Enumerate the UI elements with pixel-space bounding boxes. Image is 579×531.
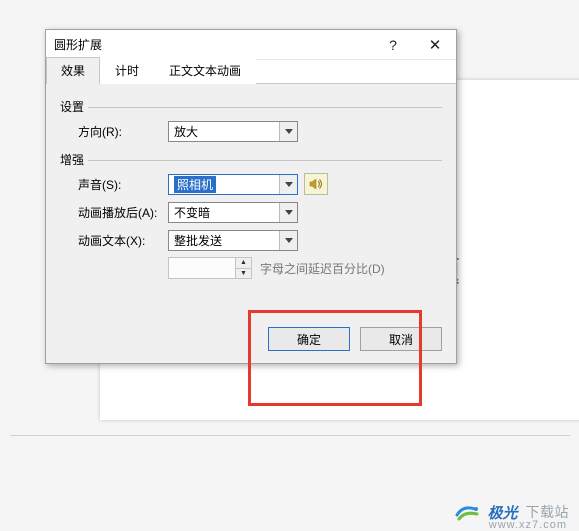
spinner-buttons: ▲ ▼	[235, 258, 251, 278]
field-percent-delay: ▲ ▼ 字母之间延迟百分比(D)	[78, 254, 442, 282]
ok-button[interactable]: 确定	[268, 327, 350, 351]
chevron-down-icon	[279, 122, 297, 141]
speaker-icon	[309, 178, 323, 190]
dialog-titlebar: 圆形扩展 ? ✕	[46, 30, 456, 60]
direction-value: 放大	[174, 123, 198, 140]
help-button[interactable]: ?	[372, 30, 414, 59]
sound-select[interactable]: 照相机	[168, 174, 298, 195]
dialog-body: 设置 方向(R): 放大 增强 声音(S): 照相机	[46, 84, 456, 292]
field-anim-text: 动画文本(X): 整批发送	[78, 226, 442, 254]
effect-options-dialog: 圆形扩展 ? ✕ 效果 计时 正文文本动画 设置 方向(R): 放大 增强 声	[45, 29, 457, 364]
dialog-title: 圆形扩展	[54, 36, 372, 53]
spinner-up-icon[interactable]: ▲	[235, 258, 251, 269]
direction-select[interactable]: 放大	[168, 121, 298, 142]
chevron-down-icon	[279, 203, 297, 222]
chevron-down-icon	[279, 231, 297, 250]
anim-text-value: 整批发送	[174, 232, 222, 249]
anim-text-select[interactable]: 整批发送	[168, 230, 298, 251]
after-anim-value: 不变暗	[174, 204, 210, 221]
field-after-animation: 动画播放后(A): 不变暗	[78, 198, 442, 226]
percent-input[interactable]	[169, 258, 235, 278]
anim-text-label: 动画文本(X):	[78, 232, 168, 249]
field-direction: 方向(R): 放大	[78, 117, 442, 145]
divider	[10, 435, 570, 436]
after-anim-select[interactable]: 不变暗	[168, 202, 298, 223]
group-divider	[88, 160, 442, 161]
group-settings-label: 设置	[60, 98, 442, 115]
after-anim-label: 动画播放后(A):	[78, 204, 168, 221]
tab-text-animation[interactable]: 正文文本动画	[154, 57, 256, 84]
sound-value: 照相机	[174, 176, 216, 193]
close-button[interactable]: ✕	[414, 30, 456, 59]
tab-timing[interactable]: 计时	[100, 57, 154, 84]
sound-label: 声音(S):	[78, 176, 168, 193]
group-divider	[88, 107, 442, 108]
percent-spinner[interactable]: ▲ ▼	[168, 257, 252, 279]
group-enhance-text: 增强	[60, 151, 84, 168]
field-sound: 声音(S): 照相机	[78, 170, 442, 198]
cancel-button[interactable]: 取消	[360, 327, 442, 351]
dialog-buttons: 确定 取消	[268, 327, 442, 351]
direction-label: 方向(R):	[78, 123, 168, 140]
tabstrip: 效果 计时 正文文本动画	[46, 60, 456, 84]
percent-label: 字母之间延迟百分比(D)	[260, 260, 385, 277]
group-settings-text: 设置	[60, 98, 84, 115]
spinner-down-icon[interactable]: ▼	[235, 269, 251, 279]
preview-sound-button[interactable]	[304, 173, 328, 195]
watermark-logo-icon	[455, 499, 481, 525]
group-enhance-label: 增强	[60, 151, 442, 168]
chevron-down-icon	[279, 175, 297, 194]
tab-effect[interactable]: 效果	[46, 57, 100, 84]
watermark-url: www.xz7.com	[489, 519, 567, 531]
